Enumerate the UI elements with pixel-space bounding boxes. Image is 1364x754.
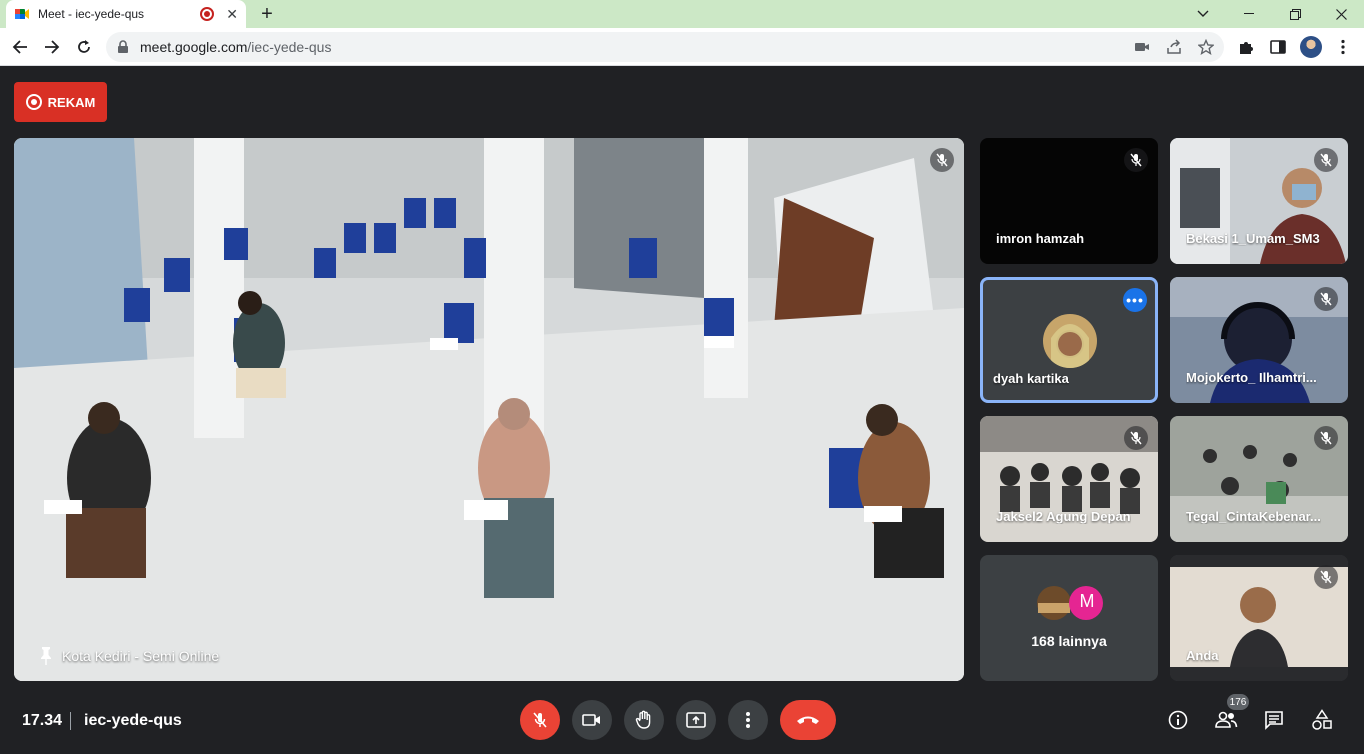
meeting-code: iec-yede-qus [84, 712, 182, 729]
record-icon [25, 94, 42, 110]
others-avatars [1037, 586, 1103, 620]
participant-name: Mojokerto_ Ilhamtri... [1186, 370, 1317, 385]
bookmark-star-icon[interactable] [1198, 39, 1214, 55]
meet-favicon-icon [15, 9, 29, 19]
more-options-button[interactable]: ••• [1123, 288, 1147, 312]
profile-avatar[interactable] [1300, 36, 1322, 58]
hand-icon [635, 710, 651, 729]
muted-mic-icon [1314, 287, 1338, 311]
minimize-button[interactable] [1226, 0, 1272, 28]
people-button[interactable] [1214, 708, 1238, 732]
others-tile[interactable]: M 168 lainnya [980, 555, 1158, 681]
end-call-icon [797, 716, 819, 724]
main-video-tile[interactable]: Kota Kediri - Semi Online [14, 138, 964, 681]
extensions-puzzle-icon[interactable] [1237, 38, 1255, 56]
forward-button[interactable] [40, 35, 64, 59]
tab-title: Meet - iec-yede-qus [38, 7, 145, 21]
close-window-button[interactable] [1318, 0, 1364, 28]
participant-name: Anda [1186, 648, 1219, 663]
muted-mic-icon [1314, 426, 1338, 450]
participant-name: imron hamzah [996, 231, 1085, 246]
meet-app: REKAM Kota Kediri - Semi Online imron ha… [0, 66, 1364, 754]
main-tile-name: Kota Kediri - Semi Online [62, 648, 220, 664]
record-label: REKAM [47, 94, 96, 110]
side-panel-icon[interactable] [1269, 38, 1287, 56]
present-icon [686, 712, 706, 728]
more-vert-icon [746, 712, 750, 728]
participant-tile[interactable]: Bekasi 1_Umam_SM3 [1170, 138, 1348, 264]
divider [70, 712, 71, 730]
present-screen-button[interactable] [676, 700, 716, 740]
muted-mic-icon [1314, 565, 1338, 589]
url-text: meet.google.com/iec-yede-qus [140, 39, 332, 55]
raise-hand-button[interactable] [624, 700, 664, 740]
participant-tile[interactable]: imron hamzah [980, 138, 1158, 264]
reload-button[interactable] [72, 35, 96, 59]
avatar-letter: M [1079, 591, 1095, 611]
info-icon [1168, 710, 1188, 730]
avatar [1043, 314, 1097, 368]
participant-tile[interactable]: Jaksel2 Agung Depan [980, 416, 1158, 542]
participant-tile-speaking[interactable]: ••• dyah kartika [980, 277, 1158, 403]
people-icon [1215, 711, 1238, 728]
activities-shapes-icon [1312, 709, 1332, 730]
meeting-info-button[interactable] [1166, 708, 1190, 732]
record-button[interactable]: REKAM [14, 82, 107, 122]
recording-indicator-icon [200, 7, 215, 21]
mic-off-icon [533, 712, 547, 728]
participant-tile[interactable]: Mojokerto_ Ilhamtri... [1170, 277, 1348, 403]
muted-mic-icon [930, 148, 954, 172]
more-options-button[interactable] [728, 700, 768, 740]
browser-menu-icon[interactable] [1334, 38, 1352, 56]
meeting-time: 17.34 [22, 712, 63, 729]
address-bar[interactable]: meet.google.com/iec-yede-qus [106, 32, 1224, 62]
tab-close-icon[interactable]: ✕ [226, 6, 238, 23]
browser-tab[interactable]: Meet - iec-yede-qus ✕ [6, 0, 246, 28]
tab-search-chevron-icon[interactable] [1180, 0, 1226, 28]
browser-toolbar: meet.google.com/iec-yede-qus [0, 28, 1364, 66]
video-camera-icon [582, 714, 600, 726]
participant-name: Jaksel2 Agung Depan [996, 509, 1131, 524]
chat-icon [1265, 711, 1283, 730]
new-tab-button[interactable]: + [256, 3, 278, 25]
camera-toggle-button[interactable] [572, 700, 612, 740]
share-icon[interactable] [1166, 39, 1182, 55]
pin-icon[interactable] [38, 646, 54, 666]
participant-name: dyah kartika [993, 371, 1069, 386]
muted-mic-icon [1124, 148, 1148, 172]
participant-count-badge: 176 [1227, 694, 1249, 710]
lock-icon [118, 40, 128, 53]
tab-strip: Meet - iec-yede-qus ✕ + [0, 0, 1364, 28]
restore-button[interactable] [1272, 0, 1318, 28]
participant-name: Tegal_CintaKebenar... [1186, 509, 1321, 524]
main-video-feed [14, 138, 964, 681]
back-button[interactable] [8, 35, 32, 59]
leave-call-button[interactable] [780, 700, 836, 740]
others-count-label: 168 lainnya [1031, 633, 1107, 649]
participant-tile[interactable]: Tegal_CintaKebenar... [1170, 416, 1348, 542]
chat-button[interactable] [1262, 708, 1286, 732]
forward-arrow-icon [45, 40, 60, 54]
reload-icon [78, 40, 90, 53]
microphone-toggle-button[interactable] [520, 700, 560, 740]
participant-name: Bekasi 1_Umam_SM3 [1186, 231, 1320, 246]
muted-mic-icon [1124, 426, 1148, 450]
camera-in-use-icon[interactable] [1134, 39, 1150, 55]
muted-mic-icon [1314, 148, 1338, 172]
activities-button[interactable] [1310, 708, 1334, 732]
self-tile[interactable]: Anda [1170, 555, 1348, 681]
control-bar: 17.34 iec-yede-qus 176 [0, 692, 1364, 754]
back-arrow-icon [12, 40, 27, 54]
